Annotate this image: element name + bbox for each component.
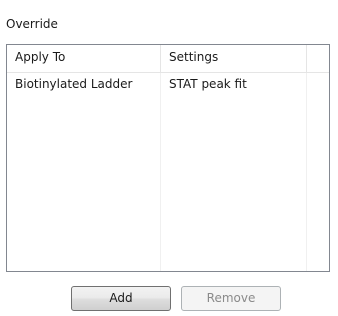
column-header-settings[interactable]: Settings	[161, 45, 307, 72]
column-divider	[306, 73, 307, 271]
remove-button[interactable]: Remove	[181, 286, 281, 311]
cell-settings: STAT peak fit	[169, 77, 247, 91]
list-header: Apply To Settings	[7, 45, 329, 73]
column-divider	[160, 73, 161, 271]
override-panel: Override Apply To Settings Biotinylated …	[0, 0, 338, 316]
override-group-label: Override	[6, 17, 58, 31]
table-row[interactable]: Biotinylated Ladder STAT peak fit	[7, 73, 329, 95]
add-button[interactable]: Add	[71, 286, 171, 311]
column-header-filler	[307, 45, 329, 72]
column-header-apply-to[interactable]: Apply To	[7, 45, 161, 72]
cell-apply-to: Biotinylated Ladder	[15, 77, 133, 91]
override-list[interactable]: Apply To Settings Biotinylated Ladder ST…	[6, 44, 330, 272]
